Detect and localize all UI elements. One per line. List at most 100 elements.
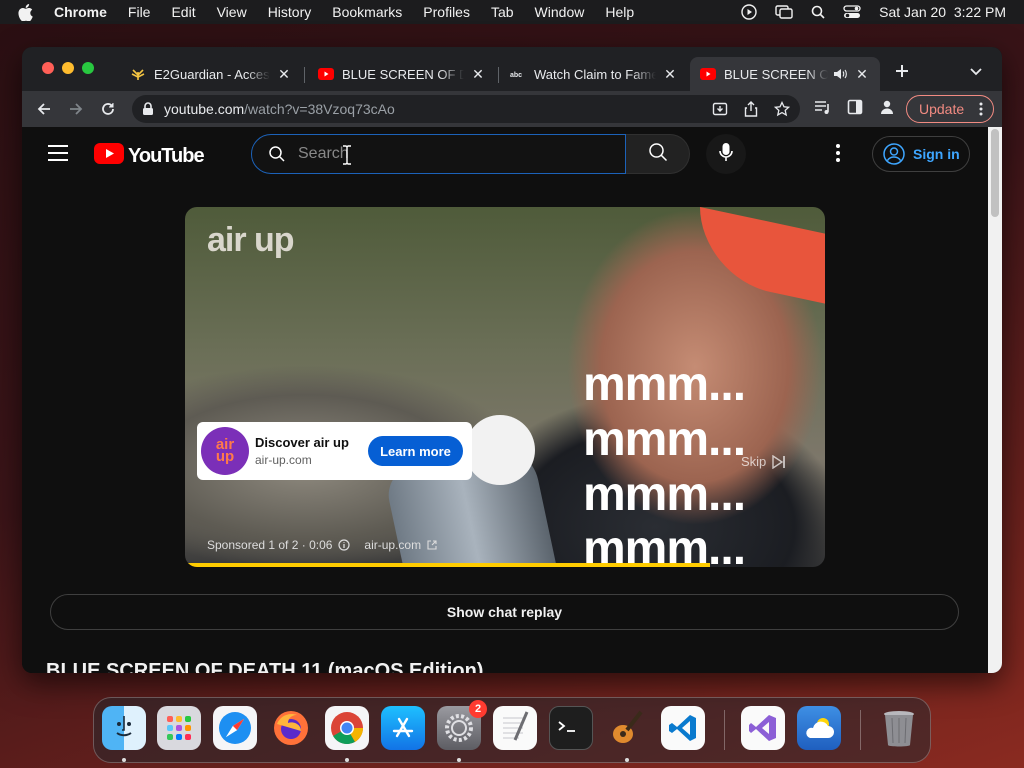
- terminal-icon[interactable]: [549, 706, 593, 750]
- forward-arrow-icon[interactable]: [66, 99, 86, 119]
- running-indicator: [122, 758, 126, 762]
- apple-icon[interactable]: [18, 3, 38, 21]
- ad-visit-link[interactable]: air-up.com: [364, 538, 421, 552]
- system-settings-icon[interactable]: 2: [437, 700, 487, 750]
- play-status-icon[interactable]: [741, 4, 757, 20]
- menu-help[interactable]: Help: [605, 4, 634, 20]
- ad-companion-card[interactable]: air up Discover air up air-up.com Learn m…: [197, 422, 472, 480]
- skip-ad-button[interactable]: Skip: [741, 454, 786, 469]
- search-box[interactable]: [251, 134, 626, 174]
- ad-red-cap-shape: [700, 207, 825, 305]
- bookmark-star-icon[interactable]: [773, 100, 791, 120]
- media-controls-icon[interactable]: [814, 99, 832, 115]
- vscode-icon[interactable]: [661, 706, 705, 750]
- new-tab-plus-icon[interactable]: [892, 61, 912, 81]
- ad-headline: Discover air up: [255, 435, 349, 450]
- speaker-audio-icon[interactable]: [832, 66, 848, 82]
- sign-in-button[interactable]: Sign in: [872, 136, 970, 172]
- tab-abc[interactable]: abc Watch Claim to Fame Season ✕: [500, 57, 688, 91]
- back-arrow-icon[interactable]: [34, 99, 54, 119]
- close-tab-icon[interactable]: ✕: [662, 66, 678, 82]
- tab-title: E2Guardian - Access Denied: [154, 66, 270, 82]
- install-app-icon[interactable]: [712, 101, 728, 120]
- running-indicator: [457, 758, 461, 762]
- menu-edit[interactable]: Edit: [171, 4, 195, 20]
- search-icon: [268, 145, 286, 163]
- running-indicator: [345, 758, 349, 762]
- search-input[interactable]: [298, 145, 578, 163]
- notification-badge: 2: [469, 700, 487, 718]
- scrollbar-thumb[interactable]: [991, 129, 999, 217]
- youtube-icon: [318, 66, 334, 82]
- close-tab-icon[interactable]: ✕: [276, 66, 292, 82]
- reload-icon[interactable]: [98, 99, 118, 119]
- skip-next-icon: [772, 454, 786, 469]
- menu-history[interactable]: History: [268, 4, 312, 20]
- ad-overlay-text: mmm...: [583, 413, 746, 466]
- youtube-logo[interactable]: YouTube: [94, 143, 205, 169]
- window-controls: [42, 62, 94, 74]
- show-chat-replay-button[interactable]: Show chat replay: [50, 594, 959, 630]
- video-player[interactable]: air up mmm... mmm... mmm... mmm... air up…: [185, 207, 825, 567]
- info-icon[interactable]: [338, 539, 351, 551]
- tab-youtube-active[interactable]: BLUE SCREEN OF DEATH ✕: [690, 57, 880, 91]
- menu-window[interactable]: Window: [535, 4, 585, 20]
- ad-sponsored-info: Sponsored 1 of 2 · 0:06 air-up.com: [207, 538, 437, 552]
- voice-search-button[interactable]: [706, 134, 746, 174]
- control-center-icon[interactable]: [843, 5, 861, 19]
- profile-avatar-icon[interactable]: [879, 99, 895, 115]
- url-path: /watch?v=38Vzoq73cAo: [244, 101, 395, 117]
- app-store-icon[interactable]: [381, 706, 425, 750]
- chrome-menu-dots-icon[interactable]: [979, 102, 983, 119]
- guide-menu-icon[interactable]: [48, 145, 68, 161]
- advertiser-avatar: air up: [201, 427, 249, 475]
- tab-title: BLUE SCREEN OF DEATH 11: [342, 66, 464, 82]
- site-info-lock-icon[interactable]: [142, 102, 154, 116]
- tab-e2guardian[interactable]: E2Guardian - Access Denied ✕: [120, 57, 302, 91]
- zoom-window-button[interactable]: [82, 62, 94, 74]
- menu-view[interactable]: View: [217, 4, 247, 20]
- learn-more-button[interactable]: Learn more: [368, 436, 463, 466]
- textedit-icon[interactable]: [493, 706, 537, 750]
- screen-mirror-icon[interactable]: [775, 5, 793, 19]
- minimize-window-button[interactable]: [62, 62, 74, 74]
- close-tab-icon[interactable]: ✕: [854, 66, 870, 82]
- abc-icon: abc: [510, 66, 526, 82]
- menu-file[interactable]: File: [128, 4, 151, 20]
- dock-separator: [724, 710, 725, 750]
- running-indicator: [625, 758, 629, 762]
- garageband-icon[interactable]: [605, 706, 649, 750]
- tab-youtube-1[interactable]: BLUE SCREEN OF DEATH 11 ✕: [308, 57, 496, 91]
- close-window-button[interactable]: [42, 62, 54, 74]
- menu-bookmarks[interactable]: Bookmarks: [332, 4, 402, 20]
- launchpad-icon[interactable]: [157, 706, 201, 750]
- close-tab-icon[interactable]: ✕: [470, 66, 486, 82]
- tab-strip: E2Guardian - Access Denied ✕ BLUE SCREEN…: [22, 47, 1002, 91]
- chrome-icon[interactable]: [325, 706, 369, 750]
- safari-icon[interactable]: [213, 706, 257, 750]
- visual-studio-icon[interactable]: [741, 706, 785, 750]
- tab-search-chevron-icon[interactable]: [970, 63, 982, 81]
- trash-icon[interactable]: [877, 706, 921, 750]
- page-scrollbar[interactable]: [988, 127, 1002, 673]
- update-chrome-button[interactable]: Update: [906, 95, 994, 123]
- menu-app-chrome[interactable]: Chrome: [54, 4, 107, 20]
- menubar-clock[interactable]: Sat Jan 20 3:22 PM: [879, 4, 1006, 20]
- menu-profiles[interactable]: Profiles: [423, 4, 470, 20]
- weather-icon[interactable]: [797, 706, 841, 750]
- firefox-icon[interactable]: [269, 706, 313, 750]
- menu-tab[interactable]: Tab: [491, 4, 514, 20]
- external-link-icon: [427, 540, 437, 550]
- settings-dots-icon[interactable]: [836, 144, 840, 167]
- side-panel-icon[interactable]: [847, 99, 863, 115]
- share-icon[interactable]: [744, 101, 758, 120]
- sign-in-label: Sign in: [913, 146, 960, 162]
- ad-domain: air-up.com: [255, 453, 312, 467]
- search-button[interactable]: [626, 134, 690, 174]
- finder-icon[interactable]: [102, 706, 146, 750]
- spotlight-search-icon[interactable]: [811, 5, 825, 19]
- address-bar[interactable]: youtube.com/watch?v=38Vzoq73cAo: [132, 95, 800, 123]
- ad-overlay-text: mmm...: [583, 468, 746, 521]
- tab-separator: [498, 67, 499, 83]
- dock-separator: [860, 710, 861, 750]
